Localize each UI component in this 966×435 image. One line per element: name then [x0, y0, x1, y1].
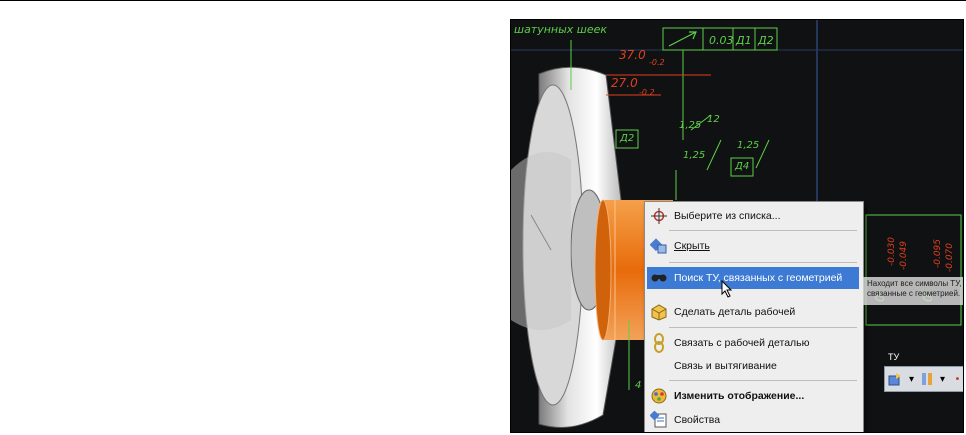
mouse-cursor-icon: [721, 280, 733, 298]
blank-icon: [649, 356, 669, 376]
pmi-layer-icon[interactable]: [920, 369, 934, 389]
menu-item-label: Поиск ТУ, связанных с геометрией: [674, 272, 843, 284]
pmi-tool-icon[interactable]: [887, 369, 903, 389]
datum-2: Д2: [758, 34, 774, 47]
menu-item-properties[interactable]: Свойства: [647, 409, 859, 431]
roughness-1-length: 12: [707, 114, 720, 125]
dimension-27: 27.0: [611, 76, 638, 90]
datum-1: Д1: [736, 34, 752, 47]
roughness-1: 1,25: [679, 120, 702, 131]
datum-box-2: Д4: [735, 161, 750, 172]
vertical-dim-1-tol-a: -0.030: [887, 236, 897, 266]
toolbar-title: ТУ: [888, 352, 900, 362]
roughness-3: 1,25: [737, 140, 760, 151]
tooltip: Находит все символы ТУ, связанные с геом…: [863, 277, 963, 305]
display-icon: [649, 386, 669, 406]
menu-separator: [669, 230, 857, 231]
menu-item-edit-display[interactable]: Изменить отображение...: [647, 385, 859, 407]
context-menu: Выберите из списка... Скрыть Поиск ТУ, с…: [644, 201, 864, 432]
menu-item-find-pmi[interactable]: Поиск ТУ, связанных с геометрией: [647, 267, 859, 289]
menu-item-wave-link[interactable]: Связь и вытягивание: [647, 355, 859, 377]
menu-item-label: Скрыть: [674, 240, 710, 252]
top-rule: [0, 0, 966, 1]
dimension-37: 37.0: [619, 48, 646, 62]
menu-separator: [669, 327, 857, 328]
dropdown-arrow-icon[interactable]: ▾: [936, 369, 949, 389]
vertical-dim-2-tol-a: -0.095: [933, 238, 943, 268]
menu-item-label: Сделать деталь рабочей: [674, 306, 796, 318]
menu-separator: [669, 380, 857, 381]
menu-item-make-work-part[interactable]: Сделать деталь рабочей: [647, 301, 859, 323]
vertical-dim-2-tol-b: -0.070: [945, 242, 955, 272]
datum-box-1: Д2: [620, 133, 635, 144]
crosshair-icon: [649, 206, 669, 226]
tolerance-value: 0.03: [709, 34, 734, 47]
drawing-header: шатунных шеек: [514, 23, 608, 36]
properties-icon: [649, 410, 669, 430]
link-icon: [649, 333, 669, 353]
menu-item-label: Связь и вытягивание: [674, 360, 777, 372]
menu-item-label: Свойства: [674, 414, 721, 426]
dimension-37-tol: -0.2: [649, 58, 665, 67]
menu-item-hide[interactable]: Скрыть: [647, 235, 859, 257]
work-part-icon: [649, 302, 669, 322]
menu-item-select-from-list[interactable]: Выберите из списка...: [647, 205, 859, 227]
dropdown-arrow-icon[interactable]: ▾: [905, 369, 918, 389]
find-pmi-icon: [649, 268, 669, 288]
small-label: 4: [635, 380, 642, 391]
roughness-2: 1,25: [683, 150, 706, 161]
menu-item-link-to-work-part[interactable]: Связать с рабочей деталью: [647, 332, 859, 354]
pmi-more-icon[interactable]: •: [951, 369, 963, 389]
cad-screenshot: шатунных шеек 0.03 Д1 Д2 37.0 -0.2 27.0 …: [510, 19, 964, 433]
menu-item-label: Выберите из списка...: [674, 210, 781, 222]
menu-item-label: Изменить отображение...: [674, 390, 805, 402]
pmi-toolbar: ▾ ▾ •: [884, 366, 963, 392]
vertical-dim-1-tol-b: -0.049: [899, 240, 909, 270]
menu-item-label: Связать с рабочей деталью: [674, 337, 810, 349]
dimension-27-tol: -0.2: [639, 88, 655, 97]
hide-icon: [649, 236, 669, 256]
menu-separator: [669, 262, 857, 263]
